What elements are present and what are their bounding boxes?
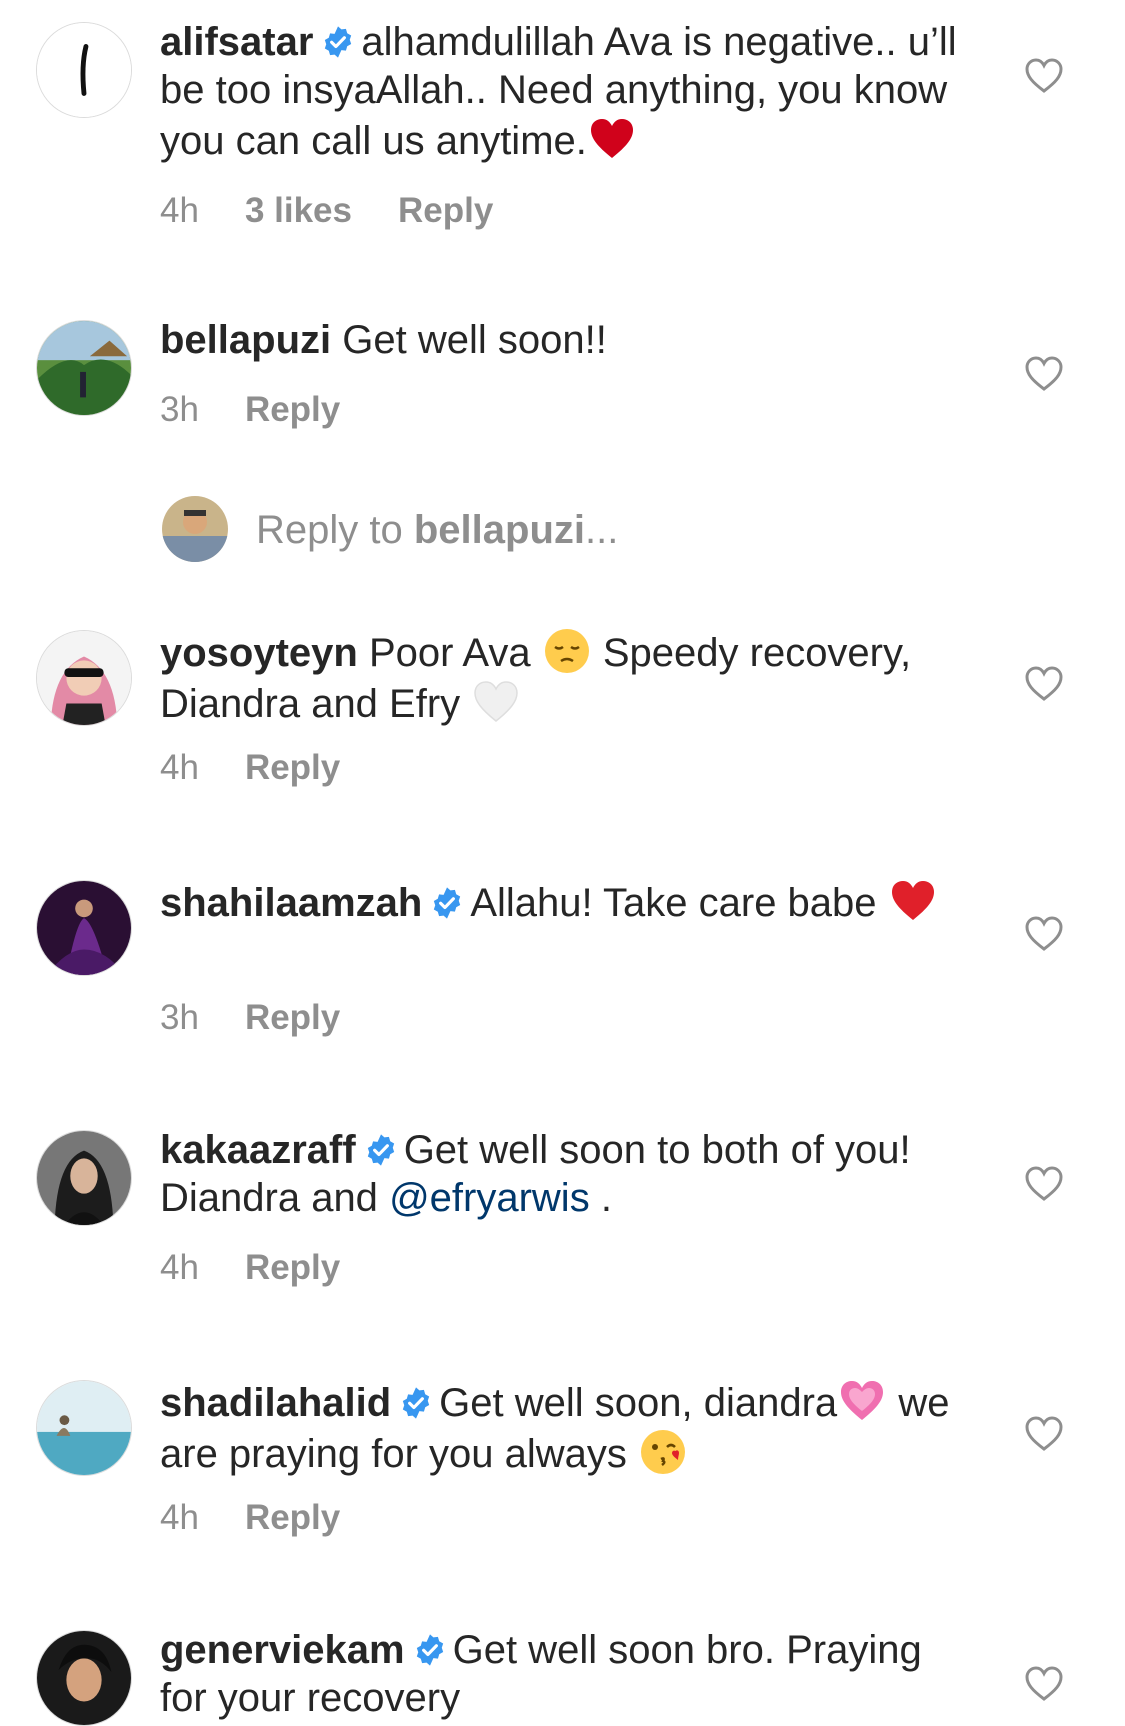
kissing-face-emoji-icon: [638, 1427, 688, 1477]
comment-meta: 4h 3 likes Reply: [160, 191, 539, 231]
likes-count[interactable]: 3 likes: [245, 191, 352, 230]
avatar-kakaazraff[interactable]: [36, 1130, 132, 1226]
reply-target: bellapuzi: [413, 508, 586, 552]
like-heart-icon[interactable]: [1024, 1164, 1064, 1204]
comment-meta: 3h Reply: [160, 998, 386, 1038]
like-heart-icon[interactable]: [1024, 914, 1064, 954]
comment-body: shadilahalid Get well soon, diandra we ar…: [160, 1376, 960, 1478]
comment-time: 4h: [160, 748, 199, 787]
comment-meta: 3h Reply: [160, 390, 386, 430]
current-user-avatar: [162, 496, 228, 562]
comment-text: Allahu! Take care babe: [470, 881, 877, 925]
username-link[interactable]: alifsatar: [160, 20, 313, 64]
comment-text: Get well soon, diandra: [439, 1381, 838, 1425]
reply-composer[interactable]: Reply to bellapuzi...: [160, 496, 960, 566]
reply-button[interactable]: Reply: [245, 1498, 340, 1537]
like-heart-icon[interactable]: [1024, 354, 1064, 394]
reply-button[interactable]: Reply: [398, 191, 493, 230]
avatar-generviekam[interactable]: [36, 1630, 132, 1726]
reply-suffix: ...: [585, 508, 619, 552]
comment-text: Poor Ava: [368, 631, 531, 675]
mention-link[interactable]: @efryarwis: [389, 1176, 590, 1220]
username-link[interactable]: kakaazraff: [160, 1128, 356, 1172]
comment-meta: 4h Reply: [160, 1248, 386, 1288]
like-heart-icon[interactable]: [1024, 1664, 1064, 1704]
username-link[interactable]: shahilaamzah: [160, 881, 422, 925]
avatar-yosoyteyn[interactable]: [36, 630, 132, 726]
comment-meta: 4h Reply: [160, 748, 386, 788]
reply-input-placeholder[interactable]: Reply to bellapuzi...: [256, 506, 618, 554]
like-heart-icon[interactable]: [1024, 1414, 1064, 1454]
comment-time: 4h: [160, 1498, 199, 1537]
comment-time: 3h: [160, 998, 199, 1037]
username-link[interactable]: shadilahalid: [160, 1381, 391, 1425]
comment-body: shahilaamzah Allahu! Take care babe: [160, 876, 960, 927]
comment-body: yosoyteyn Poor Ava Speedy recovery, Dian…: [160, 626, 960, 728]
red-heart-emoji-icon: [587, 114, 637, 164]
verified-badge-icon: [430, 886, 464, 920]
red-heart-emoji-icon: [888, 876, 938, 926]
comment-body: bellapuzi Get well soon!!: [160, 316, 960, 364]
comment-text: Get well soon!!: [342, 318, 607, 362]
like-heart-icon[interactable]: [1024, 56, 1064, 96]
username-link[interactable]: generviekam: [160, 1628, 405, 1672]
comment-time: 4h: [160, 1248, 199, 1287]
comment-meta: 4h Reply: [160, 1498, 386, 1538]
comment-time: 4h: [160, 191, 199, 230]
verified-badge-icon: [399, 1386, 433, 1420]
like-heart-icon[interactable]: [1024, 664, 1064, 704]
username-link[interactable]: bellapuzi: [160, 318, 331, 362]
avatar-alifsatar[interactable]: [36, 22, 132, 118]
avatar-shahilaamzah[interactable]: [36, 880, 132, 976]
reply-prefix: Reply to: [256, 508, 403, 552]
comment-body: kakaazraff Get well soon to both of you! …: [160, 1126, 960, 1222]
white-heart-emoji-icon: [471, 677, 521, 727]
comment-time: 3h: [160, 390, 199, 429]
reply-button[interactable]: Reply: [245, 748, 340, 787]
avatar-shadilahalid[interactable]: [36, 1380, 132, 1476]
reply-button[interactable]: Reply: [245, 998, 340, 1037]
comment-body: generviekam Get well soon bro. Praying fo…: [160, 1626, 960, 1722]
growing-heart-emoji-icon: [837, 1376, 887, 1426]
avatar-bellapuzi[interactable]: [36, 320, 132, 416]
verified-badge-icon: [321, 25, 355, 59]
username-link[interactable]: yosoyteyn: [160, 631, 358, 675]
verified-badge-icon: [413, 1633, 447, 1667]
comment-body: alifsatar alhamdulillah Ava is negative..…: [160, 18, 960, 165]
pensive-face-emoji-icon: [542, 626, 592, 676]
verified-badge-icon: [364, 1133, 398, 1167]
reply-button[interactable]: Reply: [245, 390, 340, 429]
reply-button[interactable]: Reply: [245, 1248, 340, 1287]
comment-text-end: .: [600, 1176, 612, 1220]
